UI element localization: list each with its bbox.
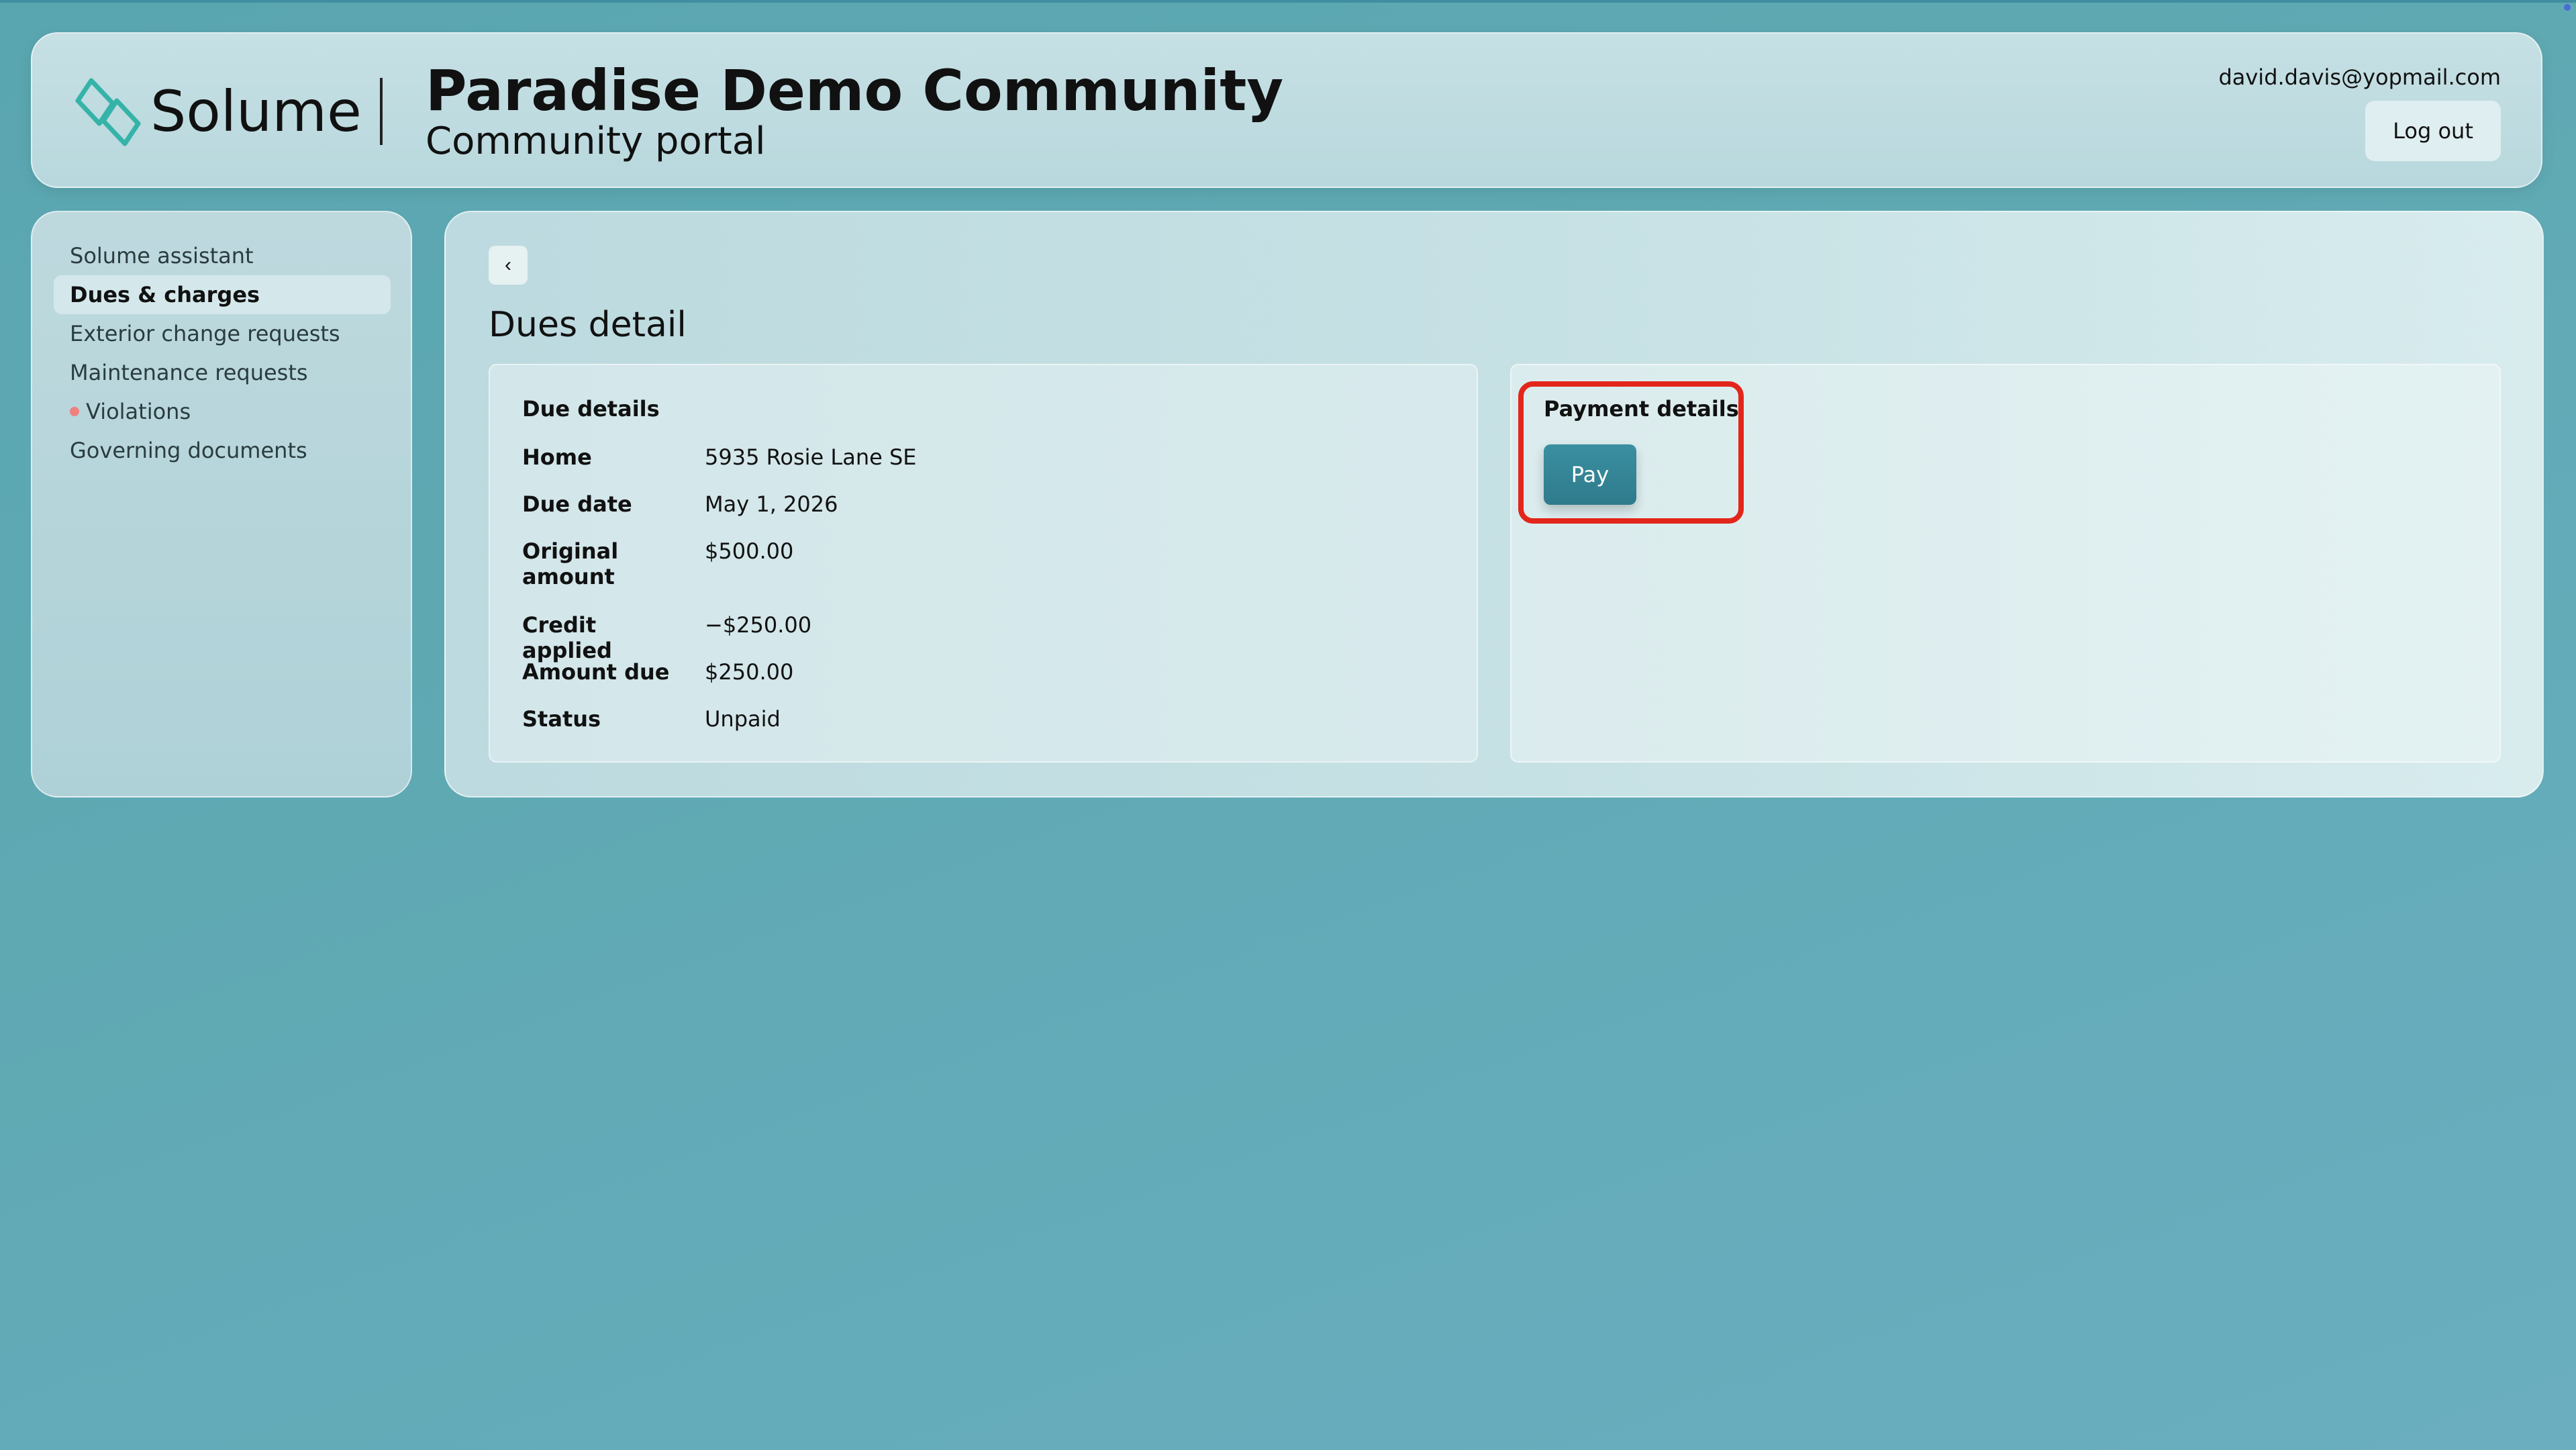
header: Solume Paradise Demo Community Community…	[31, 32, 2542, 188]
due-details-heading: Due details	[522, 396, 660, 422]
sidebar-item-governing-documents[interactable]: Governing documents	[54, 431, 391, 470]
corner-dot-icon	[2564, 4, 2571, 11]
user-email: david.davis@yopmail.com	[2218, 64, 2501, 90]
sidebar-item-exterior-change-requests[interactable]: Exterior change requests	[54, 314, 391, 353]
community-title: Paradise Demo Community	[426, 58, 1284, 124]
main-panel: ‹ Dues detail Due details Home 5935 Rosi…	[444, 211, 2544, 798]
payment-details-heading: Payment details	[1544, 396, 1739, 422]
brand-name: Solume	[150, 79, 362, 144]
detail-value: $250.00	[705, 659, 794, 685]
due-details-card: Due details Home 5935 Rosie Lane SE Due …	[489, 364, 1478, 763]
status-value: Unpaid	[705, 706, 781, 732]
sidebar-item-label: Maintenance requests	[70, 360, 308, 385]
sidebar-item-dues-charges[interactable]: Dues & charges	[54, 275, 391, 314]
sidebar-item-label: Exterior change requests	[70, 321, 340, 346]
payment-details-card: Payment details Pay	[1510, 364, 2501, 763]
detail-label: Home	[522, 444, 592, 470]
violation-badge-icon	[70, 407, 79, 416]
page-title: Dues detail	[489, 305, 687, 345]
back-button[interactable]: ‹	[489, 246, 528, 285]
sidebar-item-label: Dues & charges	[70, 282, 260, 307]
logout-button[interactable]: Log out	[2365, 101, 2501, 161]
sidebar-item-violations[interactable]: Violations	[54, 392, 391, 431]
sidebar-item-solume-assistant[interactable]: Solume assistant	[54, 236, 391, 275]
chevron-left-icon: ‹	[505, 254, 511, 276]
detail-label: Amount due	[522, 659, 670, 685]
sidebar-item-label: Governing documents	[70, 438, 307, 463]
sidebar: Solume assistant Dues & charges Exterior…	[31, 211, 412, 798]
top-strip	[0, 0, 2576, 3]
header-divider	[380, 78, 383, 145]
portal-subtitle: Community portal	[426, 119, 766, 163]
pay-button[interactable]: Pay	[1544, 444, 1636, 505]
detail-value: 5935 Rosie Lane SE	[705, 444, 917, 470]
sidebar-item-maintenance-requests[interactable]: Maintenance requests	[54, 353, 391, 392]
detail-label: Due date	[522, 491, 632, 517]
sidebar-item-label: Solume assistant	[70, 243, 254, 269]
detail-value: $500.00	[705, 538, 794, 564]
detail-label: Original amount	[522, 538, 619, 589]
sidebar-item-label: Violations	[86, 399, 191, 424]
detail-value: −$250.00	[705, 612, 812, 638]
detail-value: May 1, 2026	[705, 491, 838, 517]
detail-label: Status	[522, 706, 601, 732]
solume-logo-icon	[75, 78, 141, 146]
detail-label: Credit applied	[522, 612, 612, 663]
